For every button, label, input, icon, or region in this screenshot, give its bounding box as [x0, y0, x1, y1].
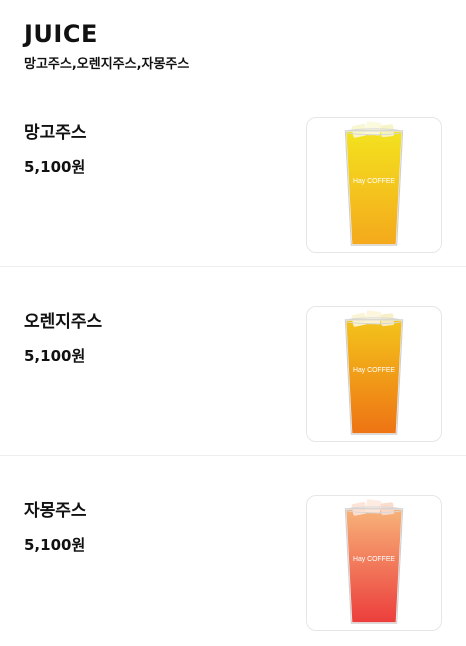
page-title: JUICE	[24, 20, 98, 48]
juice-fill	[346, 320, 402, 434]
menu-list: 망고주스 5,100원 Hay COFFEE 오렌지주스 5,100원 Hay …	[0, 78, 466, 645]
menu-item-price: 5,100원	[24, 536, 86, 554]
menu-item-grapefruit-juice[interactable]: 자몽주스 5,100원 Hay COFFEE	[0, 456, 466, 645]
juice-fill	[346, 509, 402, 623]
menu-item-mango-juice[interactable]: 망고주스 5,100원 Hay COFFEE	[0, 78, 466, 267]
menu-item-image[interactable]: Hay COFFEE	[306, 117, 442, 253]
menu-item-name: 오렌지주스	[24, 312, 103, 332]
menu-item-price: 5,100원	[24, 347, 86, 365]
page-subtitle: 망고주스,오렌지주스,자몽주스	[24, 57, 190, 72]
menu-item-price: 5,100원	[24, 158, 86, 176]
menu-item-name: 망고주스	[24, 123, 87, 143]
juice-cup-icon: Hay COFFEE	[344, 499, 404, 624]
juice-fill	[346, 131, 402, 245]
cup-logo: Hay COFFEE	[353, 556, 395, 563]
juice-cup-icon: Hay COFFEE	[344, 310, 404, 435]
menu-item-name: 자몽주스	[24, 501, 87, 521]
menu-item-image[interactable]: Hay COFFEE	[306, 306, 442, 442]
cup-logo: Hay COFFEE	[353, 178, 395, 185]
menu-item-image[interactable]: Hay COFFEE	[306, 495, 442, 631]
page-header: JUICE 망고주스,오렌지주스,자몽주스	[0, 0, 466, 78]
juice-cup-icon: Hay COFFEE	[344, 121, 404, 246]
cup-logo: Hay COFFEE	[353, 367, 395, 374]
menu-item-orange-juice[interactable]: 오렌지주스 5,100원 Hay COFFEE	[0, 267, 466, 456]
